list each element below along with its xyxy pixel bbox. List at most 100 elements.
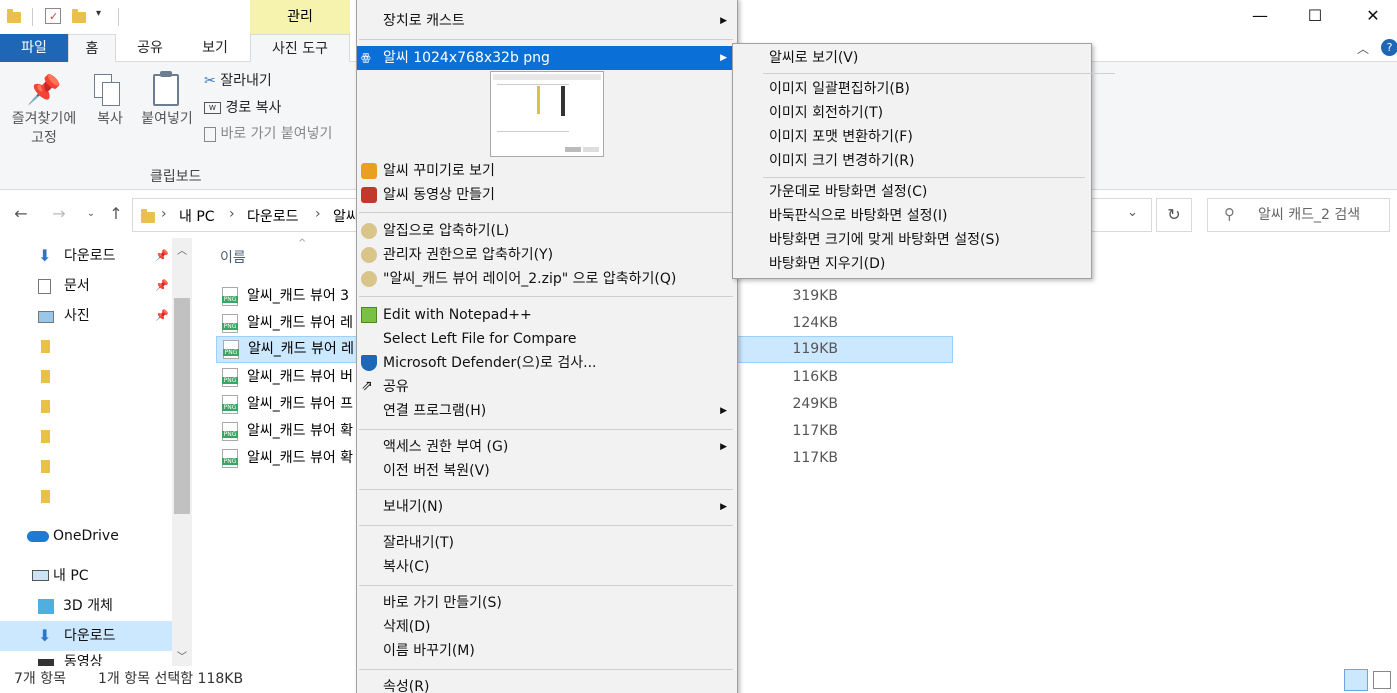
- menu-item-zip[interactable]: 알집으로 압축하기(L): [357, 219, 735, 243]
- refresh-icon[interactable]: ↻: [1156, 198, 1192, 232]
- menu-item-notepad[interactable]: Edit with Notepad++: [357, 303, 735, 327]
- tab-share[interactable]: 공유: [125, 34, 175, 62]
- folder-icon: [141, 209, 155, 223]
- help-icon[interactable]: ?: [1381, 39, 1397, 56]
- menu-item-send-to[interactable]: 보내기(N) ▶: [357, 495, 735, 519]
- new-folder-icon[interactable]: [72, 9, 86, 23]
- breadcrumb-chevron-icon: ›: [315, 206, 321, 222]
- forward-arrow-icon[interactable]: →: [48, 204, 70, 224]
- breadcrumb-downloads[interactable]: 다운로드: [247, 206, 299, 226]
- sidebar-item-this-pc[interactable]: 내 PC: [0, 561, 172, 591]
- paste-shortcut-button[interactable]: 바로 가기 붙여넣기: [204, 123, 332, 145]
- submenu-item-wallpaper-tile[interactable]: 바둑판식으로 바탕화면 설정(I): [733, 204, 1089, 228]
- submenu-item-rotate[interactable]: 이미지 회전하기(T): [733, 101, 1089, 125]
- png-file-icon: [222, 368, 238, 387]
- sidebar-item-folder[interactable]: [0, 481, 172, 511]
- properties-check-icon[interactable]: ✓: [45, 8, 61, 24]
- tab-view[interactable]: 보기: [190, 34, 240, 62]
- close-button[interactable]: ✕: [1350, 0, 1396, 32]
- alzip-icon: [361, 271, 377, 287]
- breadcrumb-alsee[interactable]: 알씨: [333, 206, 359, 226]
- paste-button[interactable]: 붙여넣기: [135, 70, 199, 129]
- submenu-item-wallpaper-fit[interactable]: 바탕화면 크기에 맞게 바탕화면 설정(S): [733, 228, 1089, 252]
- menu-item-share[interactable]: ⇗ 공유: [357, 375, 735, 399]
- sidebar-item-folder[interactable]: [0, 451, 172, 481]
- menu-item-open-with[interactable]: 연결 프로그램(H) ▶: [357, 399, 735, 423]
- sidebar-item-downloads-pc[interactable]: ⬇ 다운로드: [0, 621, 172, 651]
- menu-separator: [359, 429, 733, 430]
- sidebar-item-folder[interactable]: [0, 361, 172, 391]
- menu-item-delete[interactable]: 삭제(D): [357, 615, 735, 639]
- menu-item-compare[interactable]: Select Left File for Compare: [357, 327, 735, 351]
- tab-picture-tools[interactable]: 사진 도구: [250, 34, 350, 62]
- copy-path-button[interactable]: W 경로 복사: [204, 97, 281, 119]
- alsee-submenu: 알씨로 보기(V) 이미지 일괄편집하기(B) 이미지 회전하기(T) 이미지 …: [732, 43, 1115, 279]
- tab-manage[interactable]: 관리: [250, 0, 350, 34]
- menu-item-cast[interactable]: 장치로 캐스트 ▶: [357, 9, 735, 33]
- nav-scrollbar[interactable]: ︿ ﹀: [172, 238, 192, 666]
- submenu-item-convert[interactable]: 이미지 포맷 변환하기(F): [733, 125, 1089, 149]
- column-header-name[interactable]: 이름: [220, 247, 246, 267]
- navigation-pane: ⬇ 다운로드 📌 문서 📌 사진 📌 OneDrive 내 PC 3D 개체 ⬇…: [0, 238, 194, 666]
- selection-info: 1개 항목 선택함 118KB: [98, 671, 244, 687]
- sidebar-item-folder[interactable]: [0, 421, 172, 451]
- minimize-button[interactable]: —: [1237, 0, 1283, 32]
- sidebar-item-3d-objects[interactable]: 3D 개체: [0, 591, 172, 621]
- menu-item-restore[interactable]: 이전 버전 복원(V): [357, 459, 735, 483]
- collapse-ribbon-icon[interactable]: ︿: [1357, 40, 1369, 57]
- alsee-decorate-icon: [361, 163, 377, 179]
- breadcrumb-this-pc[interactable]: 내 PC: [179, 206, 215, 226]
- recent-dropdown-icon[interactable]: ⌄: [80, 204, 102, 224]
- qat-dropdown-icon[interactable]: ▾: [96, 8, 101, 19]
- scroll-thumb[interactable]: [174, 298, 190, 514]
- copy-path-label: 경로 복사: [225, 100, 282, 116]
- sidebar-item-pictures[interactable]: 사진 📌: [0, 301, 172, 331]
- copy-icon: [88, 70, 132, 110]
- pin-icon: 📌: [155, 309, 169, 322]
- menu-item-properties[interactable]: 속성(R): [357, 675, 735, 693]
- submenu-item-view[interactable]: 알씨로 보기(V): [733, 46, 1089, 70]
- sidebar-item-documents[interactable]: 문서 📌: [0, 271, 172, 301]
- submenu-item-wallpaper-center[interactable]: 가운데로 바탕화면 설정(C): [733, 180, 1089, 204]
- menu-item-zip-admin[interactable]: 관리자 권한으로 압축하기(Y): [357, 243, 735, 267]
- file-size: 116KB: [792, 369, 838, 385]
- sidebar-item-folder[interactable]: [0, 391, 172, 421]
- menu-item-zip-named[interactable]: "알씨_캐드 뷰어 레이어_2.zip" 으로 압축하기(Q): [357, 267, 735, 291]
- sidebar-item-folder[interactable]: [0, 331, 172, 361]
- up-arrow-icon[interactable]: ↑: [105, 204, 127, 224]
- breadcrumb-chevron-icon: ›: [161, 206, 167, 222]
- menu-item-rename[interactable]: 이름 바꾸기(M): [357, 639, 735, 663]
- menu-item-video[interactable]: 알씨 동영상 만들기: [357, 183, 735, 207]
- tab-file[interactable]: 파일: [0, 34, 68, 62]
- file-name: 알씨_캐드 뷰어 레: [248, 341, 355, 357]
- sidebar-item-onedrive[interactable]: OneDrive: [0, 521, 172, 551]
- picture-icon: [38, 311, 54, 323]
- large-icons-view-icon[interactable]: [1373, 671, 1391, 689]
- submenu-item-resize[interactable]: 이미지 크기 변경하기(R): [733, 149, 1089, 173]
- scroll-down-icon[interactable]: ﹀: [177, 648, 187, 663]
- menu-item-copy[interactable]: 복사(C): [357, 555, 735, 579]
- submenu-item-batch[interactable]: 이미지 일괄편집하기(B): [733, 77, 1089, 101]
- sidebar-item-downloads[interactable]: ⬇ 다운로드 📌: [0, 241, 172, 271]
- clipboard-icon: [135, 70, 199, 110]
- address-dropdown-icon[interactable]: ⌄: [1127, 205, 1138, 220]
- copy-button[interactable]: 복사: [88, 70, 132, 129]
- menu-item-alsee-submenu[interactable]: ꙮ 알씨 1024x768x32b png ▶: [357, 46, 735, 70]
- menu-item-decorate[interactable]: 알씨 꾸미기로 보기: [357, 159, 735, 183]
- tab-home[interactable]: 홈: [68, 34, 116, 63]
- menu-item-access[interactable]: 액세스 권한 부여 (G) ▶: [357, 435, 735, 459]
- back-arrow-icon[interactable]: ←: [10, 204, 32, 224]
- details-view-icon[interactable]: [1344, 669, 1368, 691]
- notepad-plus-plus-icon: [361, 307, 377, 323]
- scroll-up-icon[interactable]: ︿: [177, 242, 187, 257]
- menu-item-cut[interactable]: 잘라내기(T): [357, 531, 735, 555]
- sidebar-item-videos[interactable]: 동영상: [0, 651, 172, 666]
- cut-button[interactable]: ✂ 잘라내기: [204, 70, 272, 92]
- maximize-button[interactable]: ☐: [1292, 0, 1338, 32]
- menu-item-defender[interactable]: Microsoft Defender(으)로 검사...: [357, 351, 735, 375]
- submenu-item-wallpaper-clear[interactable]: 바탕화면 지우기(D): [733, 252, 1089, 276]
- file-size: 124KB: [792, 315, 838, 331]
- pin-quick-access-button[interactable]: 📌 즐겨찾기에 고정: [4, 70, 84, 148]
- defender-shield-icon: [361, 355, 377, 371]
- menu-item-shortcut[interactable]: 바로 가기 만들기(S): [357, 591, 735, 615]
